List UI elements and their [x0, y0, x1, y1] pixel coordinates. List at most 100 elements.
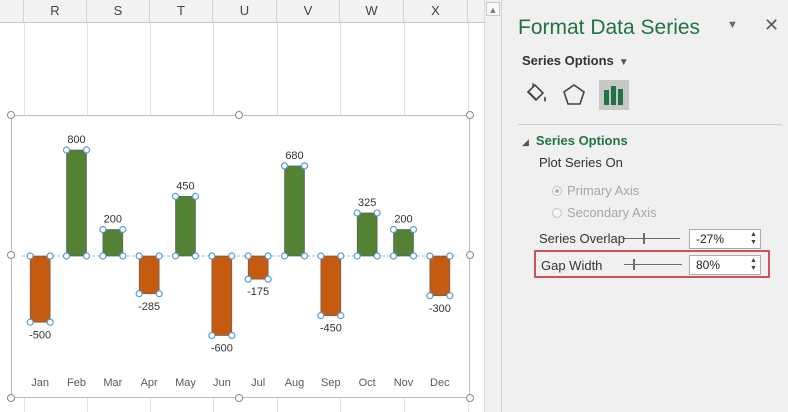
worksheet[interactable]: R S T U V W X -500 Jan 800 Feb 200 Mar -285 Apr… [0, 0, 484, 412]
primary-axis-radio[interactable]: Primary Axis [552, 183, 639, 198]
bar-selection-handle[interactable] [353, 209, 361, 217]
spin-up-icon[interactable]: ▲ [750, 257, 757, 265]
bar-selection-handle[interactable] [244, 275, 252, 283]
vertical-scrollbar[interactable]: ▲ [484, 0, 501, 412]
resize-handle-bottom-right[interactable] [466, 394, 474, 402]
pane-options-dropdown-icon[interactable]: ▼ [727, 19, 738, 31]
bar-selection-handle[interactable] [62, 146, 71, 154]
bar-selection-handle[interactable] [264, 252, 272, 260]
bar-selection-handle[interactable] [135, 290, 143, 298]
bar-selection-handle[interactable] [244, 252, 252, 260]
category-label[interactable]: Feb [67, 377, 86, 389]
bar-selection-handle[interactable] [389, 252, 398, 260]
bar-aug[interactable] [284, 165, 305, 257]
bar-selection-handle[interactable] [300, 162, 309, 170]
bar-selection-handle[interactable] [280, 252, 289, 260]
bar-selection-handle[interactable] [26, 318, 34, 326]
data-label[interactable]: -285 [138, 301, 160, 313]
bar-selection-handle[interactable] [99, 252, 107, 260]
spinner[interactable]: ▲ ▼ [748, 256, 760, 274]
bar-selection-handle[interactable] [62, 252, 71, 260]
tab-effects[interactable] [559, 80, 589, 110]
category-label[interactable]: Jul [251, 377, 265, 389]
column-chart[interactable]: -500 Jan 800 Feb 200 Mar -285 Apr 450 May -600 Jun -… [12, 116, 471, 399]
bar-selection-handle[interactable] [409, 252, 418, 260]
bar-selection-handle[interactable] [317, 312, 325, 320]
category-label[interactable]: Apr [141, 377, 158, 389]
resize-handle-bottom-left[interactable] [7, 394, 15, 402]
bar-selection-handle[interactable] [317, 252, 325, 260]
bar-nov[interactable] [393, 229, 414, 257]
series-options-section-header[interactable]: ◢ Series Options [522, 133, 628, 148]
bar-selection-handle[interactable] [280, 162, 289, 170]
secondary-axis-radio[interactable]: Secondary Axis [552, 205, 657, 220]
slider-thumb[interactable] [643, 233, 646, 244]
bar-selection-handle[interactable] [300, 252, 309, 260]
spin-down-icon[interactable]: ▼ [750, 265, 757, 273]
resize-handle-top-right[interactable] [466, 111, 474, 119]
resize-handle-top[interactable] [235, 111, 243, 119]
bar-selection-handle[interactable] [171, 252, 180, 260]
bar-selection-handle[interactable] [171, 192, 180, 200]
bar-selection-handle[interactable] [99, 225, 107, 234]
data-label[interactable]: 200 [104, 214, 122, 226]
column-header-w[interactable]: W [340, 0, 404, 22]
bar-selection-handle[interactable] [409, 225, 418, 234]
data-label[interactable]: 680 [285, 150, 303, 162]
resize-handle-top-left[interactable] [7, 111, 15, 119]
data-label[interactable]: 200 [394, 214, 412, 226]
bar-selection-handle[interactable] [337, 312, 345, 320]
bar-selection-handle[interactable] [155, 290, 163, 298]
series-overlap-slider[interactable] [622, 233, 680, 244]
spin-down-icon[interactable]: ▼ [750, 239, 757, 247]
bar-selection-handle[interactable] [26, 252, 34, 260]
bar-selection-handle[interactable] [228, 252, 236, 260]
category-label[interactable]: Oct [359, 377, 376, 389]
bar-selection-handle[interactable] [446, 252, 454, 260]
bar-selection-handle[interactable] [353, 252, 361, 260]
bar-selection-handle[interactable] [155, 252, 163, 260]
data-label[interactable]: -450 [320, 323, 342, 335]
data-label[interactable]: 450 [176, 180, 194, 192]
chart-area[interactable]: -500 Jan 800 Feb 200 Mar -285 Apr 450 May -600 Jun -… [11, 115, 470, 398]
bar-selection-handle[interactable] [46, 318, 54, 326]
bar-sep[interactable] [320, 255, 342, 316]
category-label[interactable]: Jun [213, 377, 231, 389]
data-label[interactable]: 325 [358, 197, 376, 209]
tab-fill-line[interactable] [520, 80, 550, 110]
bar-selection-handle[interactable] [373, 209, 381, 217]
scroll-up-icon[interactable]: ▲ [486, 2, 500, 16]
bar-jul[interactable] [247, 255, 269, 280]
category-label[interactable]: Aug [285, 377, 305, 389]
column-header-partial[interactable] [0, 0, 24, 22]
spinner[interactable]: ▲ ▼ [748, 230, 760, 248]
column-header-u[interactable]: U [213, 0, 277, 22]
bar-selection-handle[interactable] [208, 331, 216, 340]
resize-handle-bottom[interactable] [235, 394, 243, 402]
bar-selection-handle[interactable] [46, 252, 54, 260]
column-header-t[interactable]: T [150, 0, 213, 22]
bar-jan[interactable] [29, 255, 51, 323]
bar-selection-handle[interactable] [191, 192, 200, 200]
bar-selection-handle[interactable] [337, 252, 345, 260]
resize-handle-right[interactable] [466, 251, 474, 259]
bar-selection-handle[interactable] [82, 252, 91, 260]
bar-selection-handle[interactable] [228, 331, 236, 340]
bar-selection-handle[interactable] [446, 292, 454, 300]
bar-mar[interactable] [102, 229, 124, 257]
bar-selection-handle[interactable] [119, 252, 127, 260]
column-header-s[interactable]: S [87, 0, 150, 22]
bar-selection-handle[interactable] [426, 252, 434, 260]
gap-width-input[interactable]: 80% ▲ ▼ [689, 255, 761, 275]
bar-feb[interactable] [66, 149, 87, 257]
bar-oct[interactable] [356, 212, 378, 257]
bar-selection-handle[interactable] [208, 252, 216, 260]
bar-selection-handle[interactable] [264, 275, 272, 283]
data-label[interactable]: 800 [67, 134, 85, 146]
bar-selection-handle[interactable] [426, 292, 434, 300]
data-label[interactable]: -300 [429, 303, 451, 315]
slider-thumb[interactable] [633, 259, 636, 270]
gap-width-slider[interactable] [624, 259, 682, 270]
scroll-track[interactable] [487, 20, 499, 408]
bar-apr[interactable] [138, 255, 160, 295]
